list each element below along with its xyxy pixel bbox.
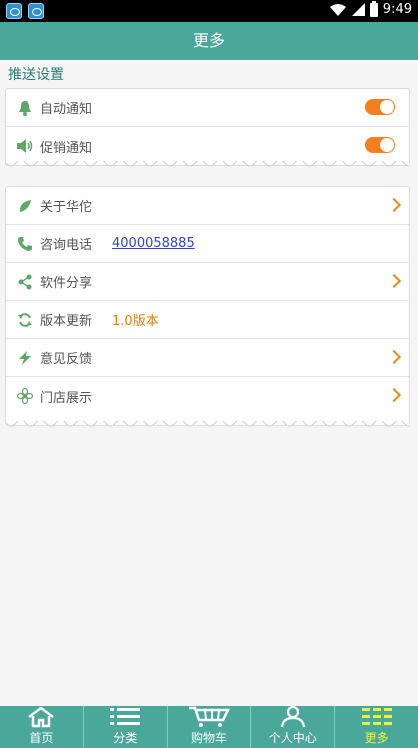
status-bar: 9:49 [0,0,418,22]
clock-time: 9:49 [382,2,412,17]
menu-item-label: 软件分享 [40,276,93,291]
flower-icon [16,387,34,405]
promo-notify-toggle[interactable] [365,137,395,153]
push-settings-title: 推送设置 [8,67,64,83]
home-icon [28,706,55,728]
tab-label: 首页 [29,731,54,745]
phone-number-link[interactable]: 4000058885 [112,236,195,251]
menu-item-feedback[interactable]: 意见反馈 [6,339,409,377]
battery-icon [369,0,378,17]
wavy-edge [6,421,409,427]
tab-more[interactable]: 更多 [334,706,418,748]
chevron-right-icon [386,387,402,403]
chevron-right-icon [386,273,402,289]
menu-item-phone[interactable]: 咨询电话 4000058885 [6,225,409,263]
push-settings-card: 自动通知 促销通知 [5,88,410,167]
more-icon [361,708,392,725]
auto-notify-toggle[interactable] [365,99,395,115]
menu-item-stores[interactable]: 门店展示 [6,377,409,415]
speaker-icon [16,137,34,155]
person-icon [280,706,305,728]
page-title: 更多 [0,22,418,60]
wavy-edge [6,161,409,167]
promo-notify-label: 促销通知 [40,140,93,156]
menu-card: 关于华佗 咨询电话 4000058885 软件分享 版本更新 1.0版本 意见反… [5,186,410,427]
list-icon [110,708,141,725]
phone-icon [16,235,34,253]
bottom-tab-bar: 首页 分类 购物车 个人中心 更多 [0,706,418,748]
tab-label: 更多 [364,731,389,745]
tab-category[interactable]: 分类 [82,706,167,748]
tab-profile[interactable]: 个人中心 [250,706,334,748]
bell-icon [16,99,34,117]
signal-icon [351,3,365,16]
tab-cart[interactable]: 购物车 [166,706,251,748]
lightning-icon [16,349,34,367]
notification-app-icon [6,3,22,19]
refresh-icon [16,311,34,329]
menu-item-update[interactable]: 版本更新 1.0版本 [6,301,409,339]
tab-label: 购物车 [190,731,227,745]
menu-item-label: 关于华佗 [40,200,93,215]
auto-notify-label: 自动通知 [40,102,93,117]
share-icon [16,273,34,291]
chevron-right-icon [386,197,402,213]
tab-label: 分类 [113,731,138,745]
menu-item-label: 版本更新 [40,314,93,329]
chevron-right-icon [386,349,402,365]
version-value: 1.0版本 [112,314,159,329]
cart-icon [188,706,230,727]
leaf-icon [16,197,34,215]
menu-item-label: 门店展示 [40,390,93,406]
tab-home[interactable]: 首页 [0,706,83,748]
promo-notify-row[interactable]: 促销通知 [6,127,409,165]
auto-notify-row[interactable]: 自动通知 [6,89,409,127]
menu-item-about[interactable]: 关于华佗 [6,187,409,225]
menu-item-label: 意见反馈 [40,352,93,367]
wifi-icon [329,3,346,16]
menu-item-label: 咨询电话 [40,238,93,253]
notification-app-icon [28,3,44,19]
tab-label: 个人中心 [268,731,317,745]
menu-item-share[interactable]: 软件分享 [6,263,409,301]
